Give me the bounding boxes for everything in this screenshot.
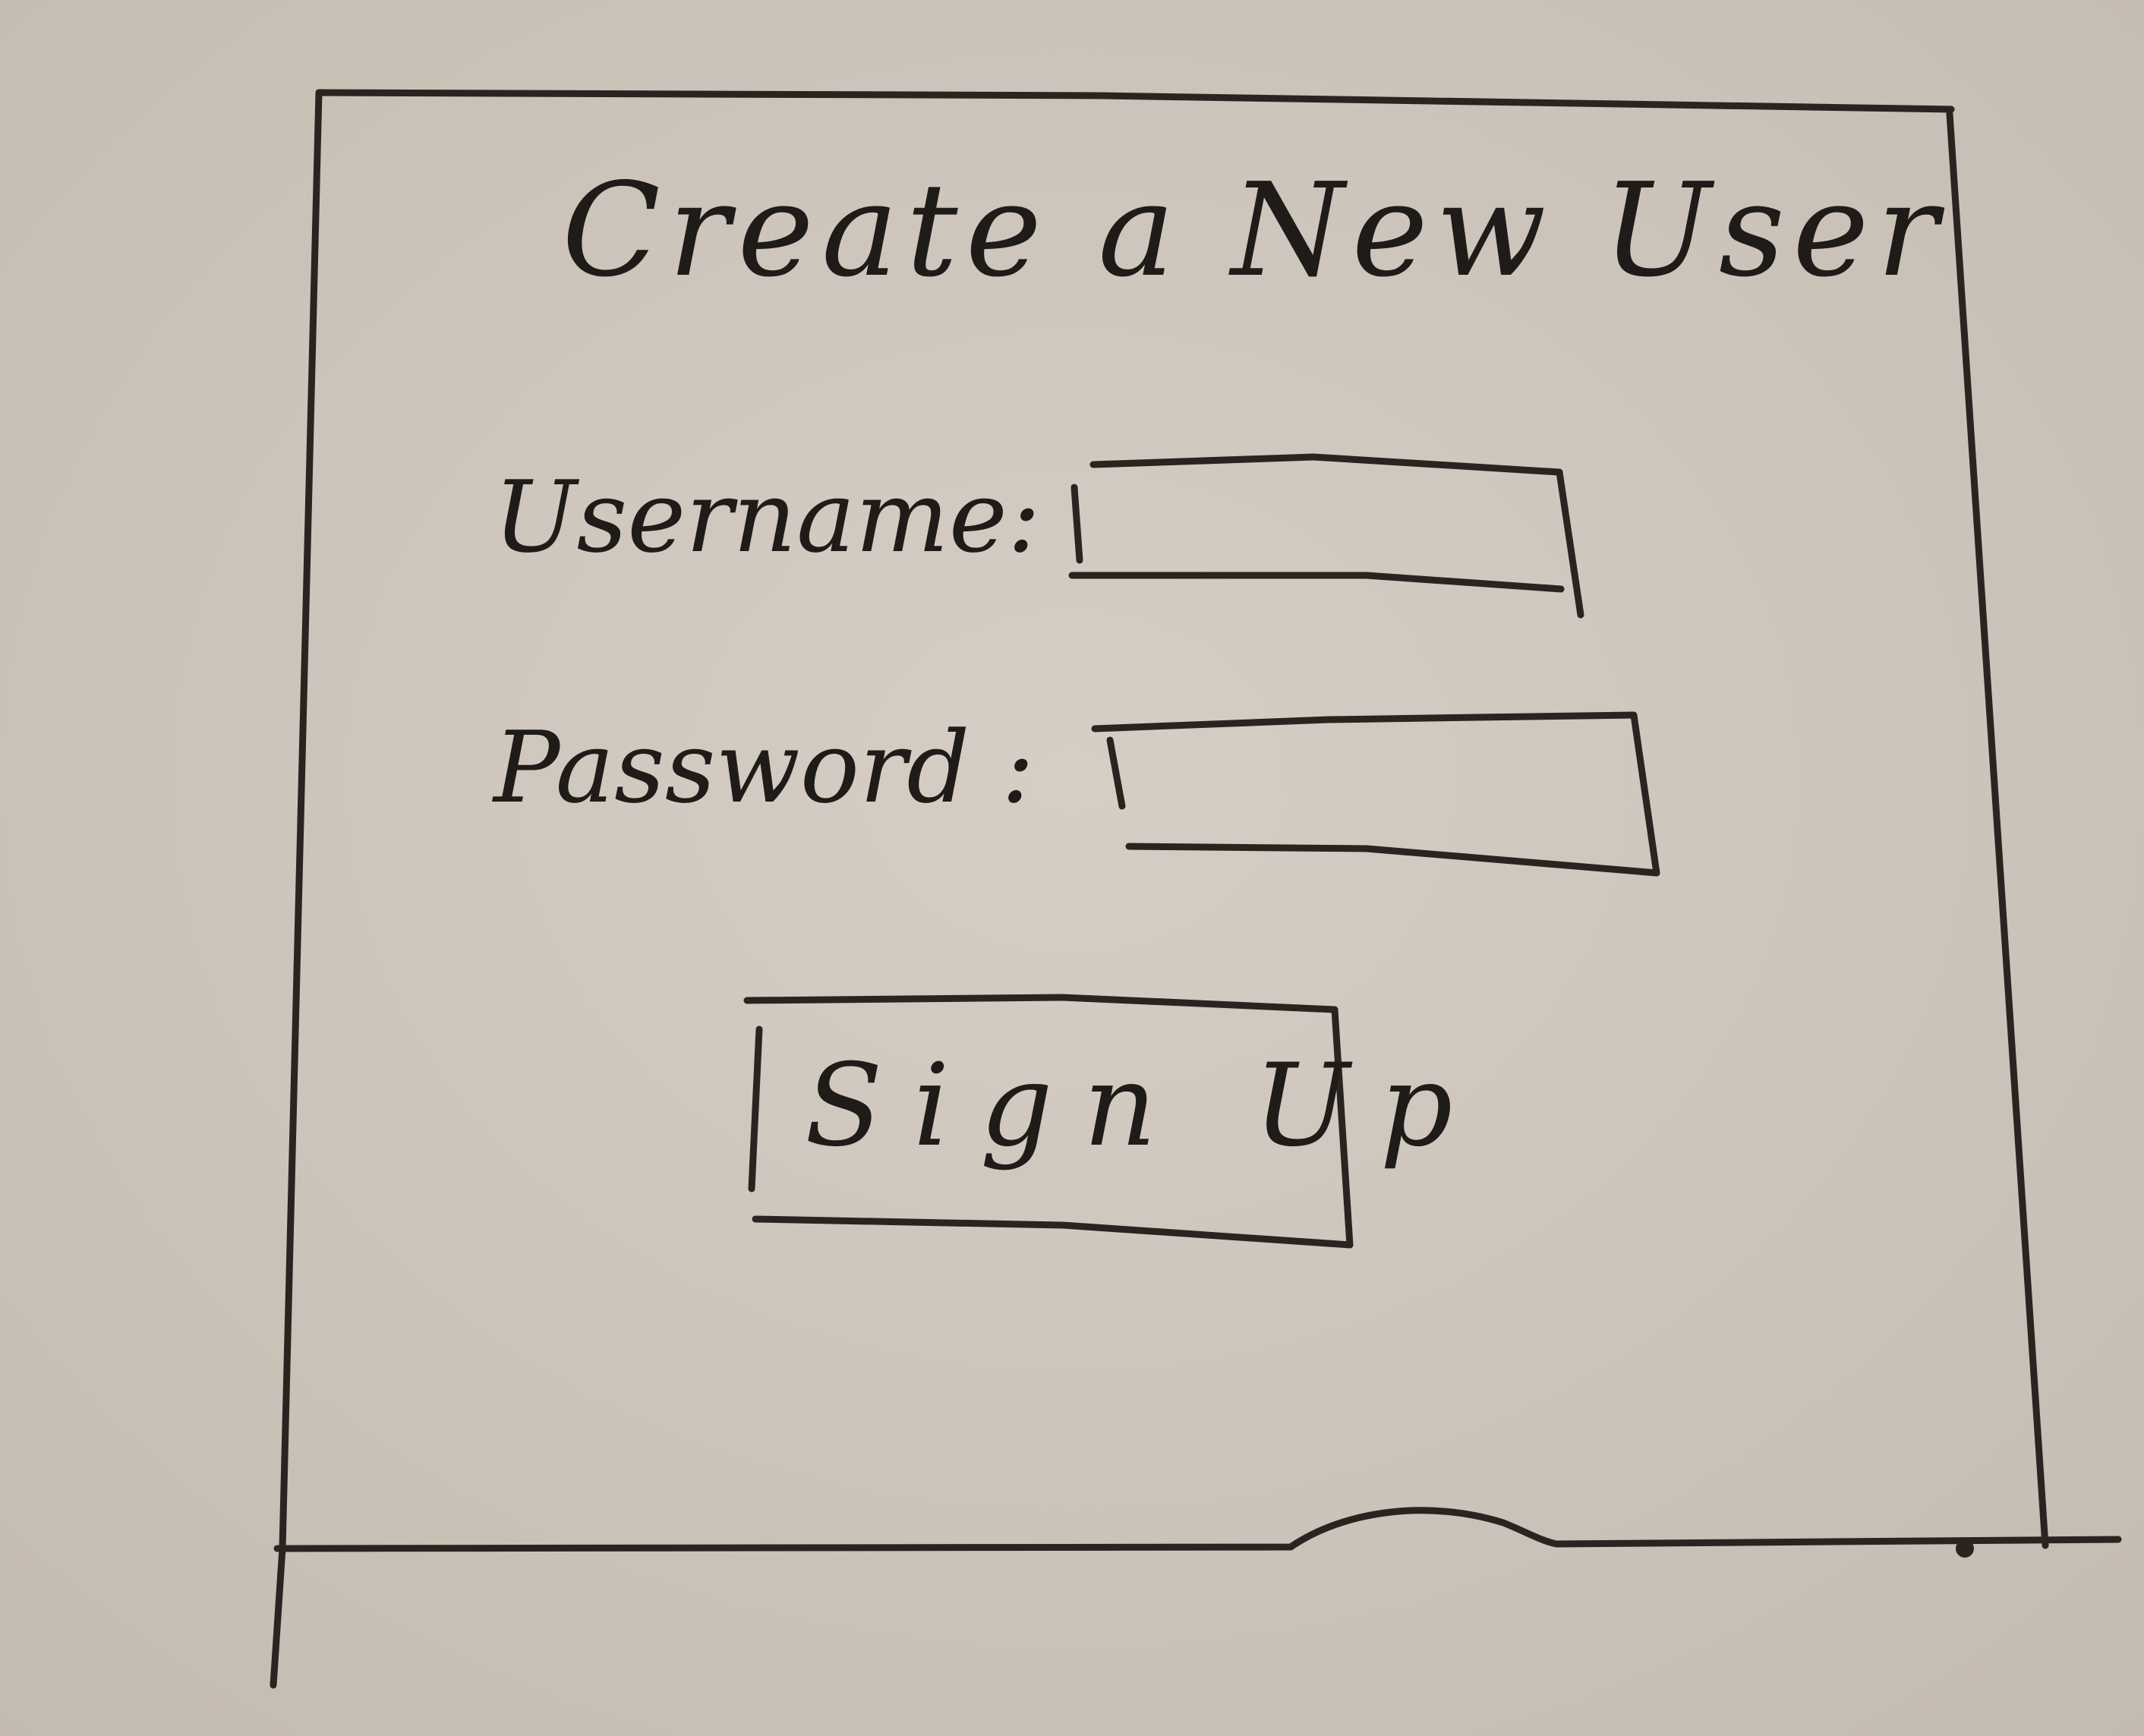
ink-dot bbox=[1956, 1539, 1974, 1558]
password-label: Password : bbox=[493, 710, 1035, 825]
username-input[interactable] bbox=[1078, 471, 1564, 584]
username-label: Username: bbox=[493, 459, 1041, 575]
signup-button-label: Sign Up bbox=[805, 1040, 1483, 1172]
page-title: Create a New User bbox=[562, 156, 1946, 306]
password-input[interactable] bbox=[1108, 729, 1640, 843]
signup-button[interactable]: Sign Up bbox=[752, 1002, 1452, 1230]
